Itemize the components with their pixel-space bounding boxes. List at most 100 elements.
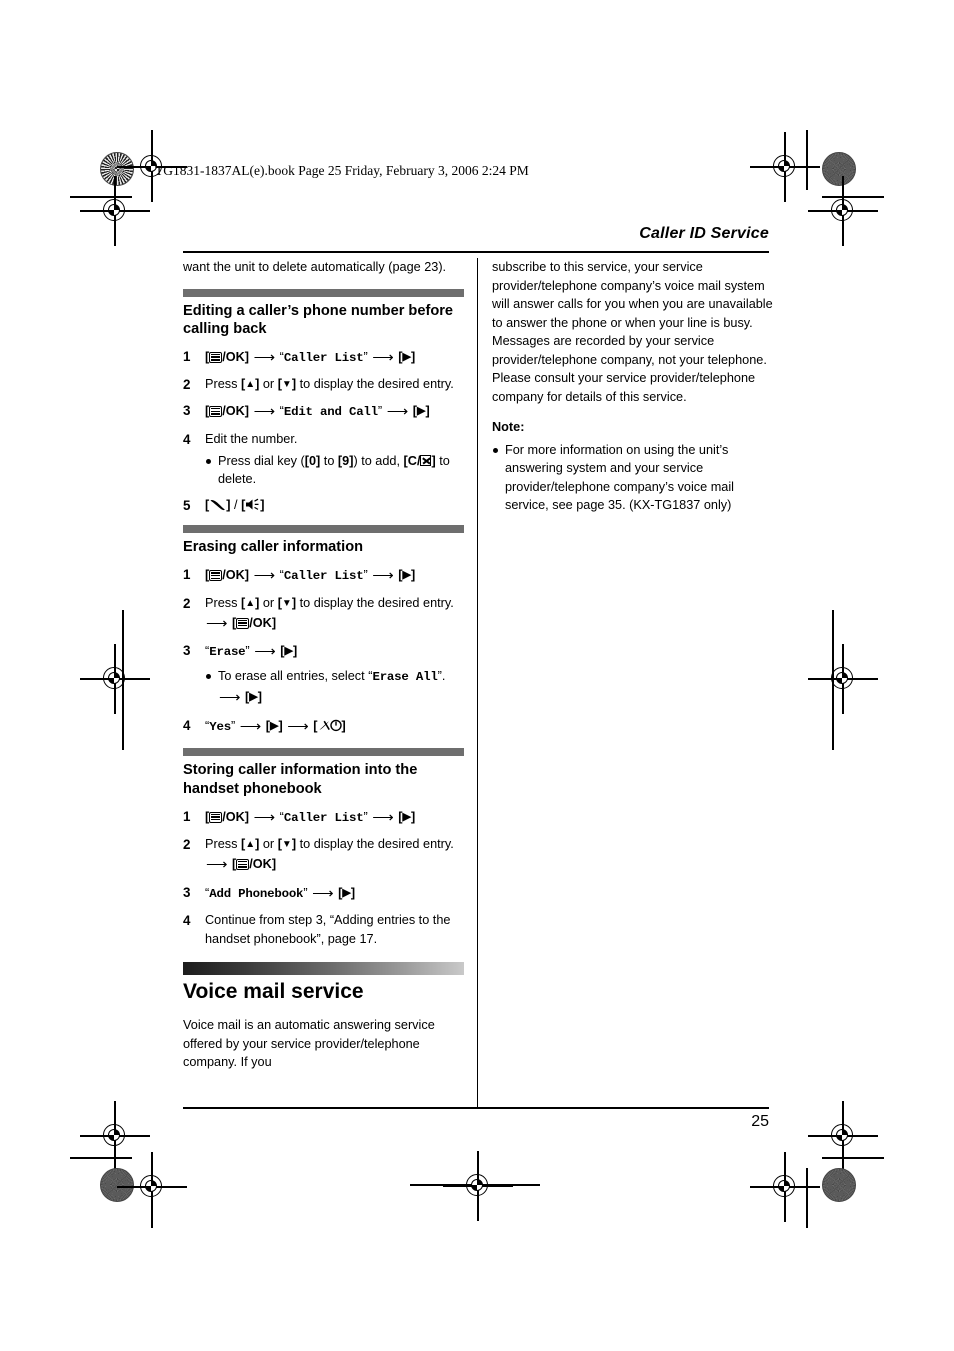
display-string: Edit and Call	[283, 404, 378, 419]
step-item: 3 [/OK] ⟶ “Edit and Call” ⟶ [▶]	[183, 401, 464, 423]
step-item: 5 [] / []	[183, 496, 464, 514]
quote-close: ”	[363, 809, 368, 824]
step-number: 5	[183, 497, 191, 513]
key-down: [▼]	[277, 596, 297, 611]
quote-close: ”	[303, 885, 308, 900]
off-power-icon	[319, 719, 342, 731]
section-erasing-caller-information: Erasing caller information 1 [/OK] ⟶ “Ca…	[183, 525, 464, 737]
step-number: 4	[183, 431, 191, 447]
arrow-icon: ⟶	[386, 402, 409, 420]
bullet-text: To erase all entries, select	[218, 669, 365, 683]
step-text: Continue from step 3, “Adding entries to…	[205, 913, 451, 946]
arrow-icon: ⟶	[219, 688, 241, 706]
column-divider	[477, 258, 479, 1107]
step-item: 4 “Yes” ⟶ [▶] ⟶ []	[183, 716, 464, 738]
step-text: Press	[205, 596, 238, 611]
quote-close: ”	[363, 349, 368, 364]
section-bar	[183, 748, 464, 757]
key-menu-ok: [/OK]	[232, 615, 277, 630]
step-item: 1 [/OK] ⟶ “Caller List” ⟶ [▶]	[183, 347, 464, 369]
arrow-icon: ⟶	[372, 348, 394, 366]
step-number: 2	[183, 596, 191, 612]
step-item: 1 [/OK] ⟶ “Caller List” ⟶ [▶]	[183, 807, 464, 829]
clear-box-icon	[420, 455, 432, 467]
key-clear: [C/]	[403, 454, 436, 469]
key-down: [▼]	[277, 377, 297, 392]
step-item: 3 “Add Phonebook” ⟶ [▶]	[183, 883, 464, 905]
left-column: want the unit to delete automatically (p…	[183, 258, 464, 1072]
menu-icon	[236, 858, 250, 870]
step-text: to display the desired entry.	[299, 596, 454, 611]
key-menu-ok: [/OK]	[205, 809, 250, 824]
manual-page: Caller ID Service want the unit to delet…	[0, 0, 954, 1351]
step-number: 3	[183, 643, 191, 659]
arrow-icon: ⟶	[372, 567, 394, 585]
step-item: 4 Edit the number. Press dial key ([0] t…	[183, 430, 464, 489]
bullet-list: To erase all entries, select “Erase All”…	[205, 667, 464, 709]
arrow-icon: ⟶	[312, 884, 334, 902]
major-section-heading: Voice mail service	[183, 980, 364, 1004]
key-right: [▶]	[412, 403, 430, 418]
step-text: or	[262, 837, 275, 852]
step-text: to display the desired entry.	[299, 837, 454, 852]
down-arrow-icon: ▼	[281, 839, 292, 851]
key-right: [▶]	[245, 689, 262, 704]
section-bar	[183, 525, 464, 534]
header-rule	[183, 251, 769, 253]
bullet-item: To erase all entries, select “Erase All”…	[205, 667, 464, 709]
step-list: 1 [/OK] ⟶ “Caller List” ⟶ [▶] 2 Press [▲…	[183, 807, 464, 948]
key-menu-ok: [/OK]	[205, 403, 250, 418]
quote-close: ”	[437, 669, 442, 683]
speakerphone-icon	[246, 498, 259, 510]
bullet-text: to	[323, 454, 335, 469]
step-text: to display the desired entry.	[299, 377, 454, 392]
down-arrow-icon: ▼	[281, 598, 292, 610]
key-speakerphone: []	[241, 497, 265, 512]
section-bar	[183, 288, 464, 297]
step-item: 1 [/OK] ⟶ “Caller List” ⟶ [▶]	[183, 565, 464, 587]
step-number: 4	[183, 913, 191, 929]
menu-icon	[209, 405, 223, 417]
arrow-icon: ⟶	[253, 567, 276, 585]
section-editing-caller-number: Editing a caller’s phone number before c…	[183, 288, 464, 515]
step-number: 3	[183, 402, 191, 418]
quote-close: ”	[377, 403, 383, 418]
key-right: [▶]	[280, 644, 298, 659]
section-heading: Editing a caller’s phone number before c…	[183, 302, 454, 337]
key-right: [▶]	[398, 349, 416, 364]
right-column: subscribe to this service, your service …	[492, 258, 773, 516]
step-number: 3	[183, 884, 191, 900]
page-number: 25	[751, 1113, 769, 1130]
arrow-icon: ⟶	[206, 855, 228, 873]
display-string: Erase	[209, 645, 246, 660]
key-talk: []	[205, 497, 231, 512]
arrow-icon: ⟶	[253, 808, 276, 826]
section-heading: Storing caller information into the hand…	[183, 762, 418, 797]
up-arrow-icon: ▲	[245, 379, 256, 391]
key-zero: [0]	[304, 454, 321, 469]
step-item: 3 “Erase” ⟶ [▶] To erase all entries, se…	[183, 641, 464, 708]
right-arrow-icon: ▶	[270, 719, 279, 732]
menu-icon	[209, 811, 223, 823]
step-item: 2 Press [▲] or [▼] to display the desire…	[183, 594, 464, 634]
step-number: 2	[183, 377, 191, 393]
note-title: Note:	[492, 420, 525, 435]
display-string: Caller List	[283, 569, 364, 584]
display-string: Yes	[209, 719, 231, 734]
up-arrow-icon: ▲	[245, 598, 256, 610]
key-right: [▶]	[398, 568, 416, 583]
display-string: Add Phonebook	[209, 886, 304, 901]
arrow-icon: ⟶	[206, 614, 228, 632]
step-number: 1	[183, 348, 191, 364]
arrow-icon: ⟶	[372, 808, 394, 826]
key-up: [▲]	[240, 377, 260, 392]
step-item: 4 Continue from step 3, “Adding entries …	[183, 911, 464, 948]
quote-close: ”	[245, 644, 250, 659]
bullet-text: Press dial key (	[218, 454, 305, 469]
step-list: 1 [/OK] ⟶ “Caller List” ⟶ [▶] 2 Press [▲…	[183, 565, 464, 737]
arrow-icon: ⟶	[239, 717, 262, 735]
slash: /	[234, 497, 238, 512]
step-item: 2 Press [▲] or [▼] to display the desire…	[183, 375, 464, 393]
footer-rule	[183, 1107, 769, 1109]
display-string: Erase All	[372, 670, 438, 684]
